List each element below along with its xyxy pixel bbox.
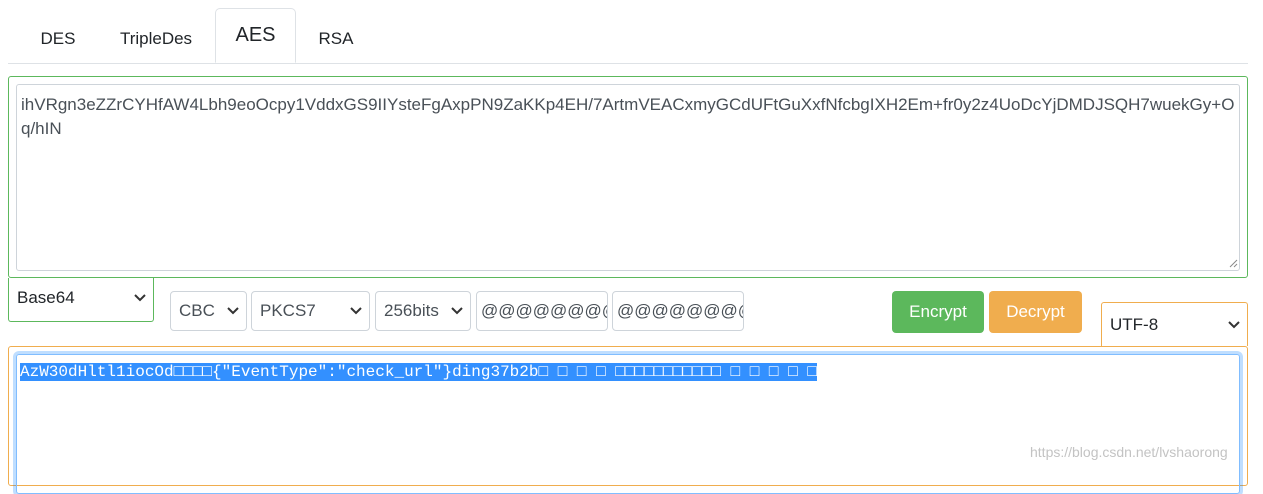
chevron-down-icon [350, 307, 362, 315]
resize-grip-icon[interactable] [1228, 258, 1238, 268]
mode-select[interactable]: CBC [170, 291, 247, 331]
decrypt-button[interactable]: Decrypt [989, 291, 1082, 333]
key-input-value: @@@@@@@@ [481, 301, 608, 320]
charset-select-value: UTF-8 [1110, 315, 1159, 334]
key-input[interactable]: @@@@@@@@ [476, 291, 608, 331]
chevron-down-icon [134, 294, 146, 302]
chevron-down-icon [451, 307, 463, 315]
output-panel: AzW30dHltl1iocOd□□□□{"EventType":"check_… [8, 346, 1248, 494]
iv-input-value: @@@@@@@@ [617, 301, 744, 320]
tab-aes[interactable]: AES [215, 8, 296, 63]
keysize-select-value: 256bits [384, 301, 439, 320]
encrypt-button[interactable]: Encrypt [892, 291, 984, 333]
encoding-select-value: Base64 [17, 288, 75, 307]
keysize-select[interactable]: 256bits [375, 291, 471, 331]
watermark: https://blog.csdn.net/lvshaorong [1030, 444, 1228, 460]
output-textarea[interactable]: AzW30dHltl1iocOd□□□□{"EventType":"check_… [16, 354, 1240, 494]
padding-select-value: PKCS7 [260, 301, 316, 320]
input-textarea[interactable]: ihVRgn3eZZrCYHfAW4Lbh9eoOcpy1VddxGS9IIYs… [16, 84, 1240, 271]
input-panel: ihVRgn3eZZrCYHfAW4Lbh9eoOcpy1VddxGS9IIYs… [8, 76, 1248, 278]
tab-des[interactable]: DES [16, 16, 100, 62]
chevron-down-icon [1228, 321, 1240, 329]
cipher-tabs: DES TripleDes AES RSA [8, 8, 1248, 64]
chevron-down-icon [227, 307, 239, 315]
encoding-select[interactable]: Base64 [8, 278, 154, 322]
tab-rsa[interactable]: RSA [298, 16, 374, 62]
mode-select-value: CBC [179, 301, 215, 320]
tab-tripledes[interactable]: TripleDes [104, 16, 208, 62]
output-selected-text: AzW30dHltl1iocOd□□□□{"EventType":"check_… [20, 363, 817, 381]
iv-input[interactable]: @@@@@@@@ [612, 291, 744, 331]
padding-select[interactable]: PKCS7 [251, 291, 370, 331]
charset-select[interactable]: UTF-8 [1101, 302, 1248, 346]
